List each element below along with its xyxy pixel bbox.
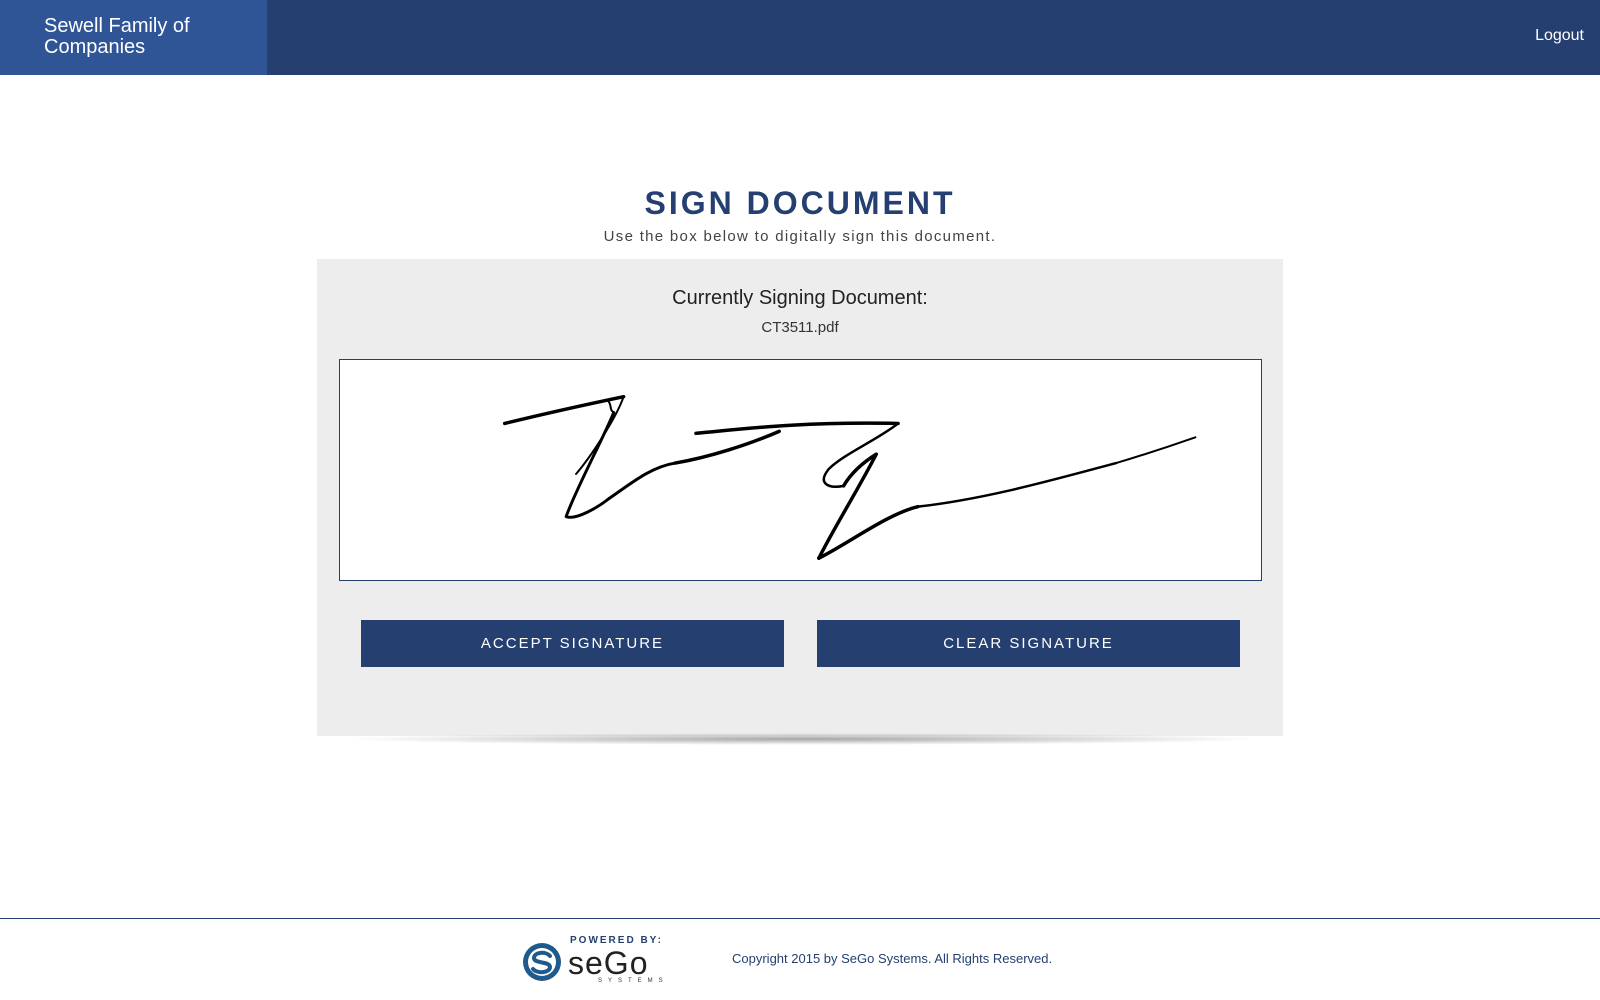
copyright-text: Copyright 2015 by SeGo Systems. All Righ…: [732, 951, 1053, 966]
card-shadow: [340, 733, 1265, 745]
sego-logo-subtext: SYSTEMS: [598, 978, 669, 984]
clear-signature-button[interactable]: CLEAR SIGNATURE: [817, 620, 1240, 667]
page-title: SIGN DOCUMENT: [644, 185, 956, 221]
powered-by-logo[interactable]: POWERED BY: seGo SYSTEMS: [520, 933, 670, 989]
signature-card: Currently Signing Document: CT3511.pdf A…: [317, 259, 1283, 736]
signature-pad[interactable]: [339, 359, 1262, 581]
sego-logo-icon: [523, 943, 561, 981]
signature-drawing: [502, 394, 1197, 560]
accept-signature-button[interactable]: ACCEPT SIGNATURE: [361, 620, 784, 667]
brand-title[interactable]: Sewell Family of Companies: [0, 0, 267, 75]
sego-logo-word: seGo: [568, 945, 649, 981]
signing-document-heading: Currently Signing Document:: [672, 287, 928, 309]
footer: POWERED BY: seGo SYSTEMS Copyright 2015 …: [0, 918, 1600, 1000]
logout-link[interactable]: Logout: [1535, 27, 1584, 45]
page-subtitle: Use the box below to digitally sign this…: [603, 228, 997, 245]
signing-document-filename: CT3511.pdf: [761, 319, 839, 336]
top-navigation-bar: Sewell Family of Companies Logout: [0, 0, 1600, 75]
